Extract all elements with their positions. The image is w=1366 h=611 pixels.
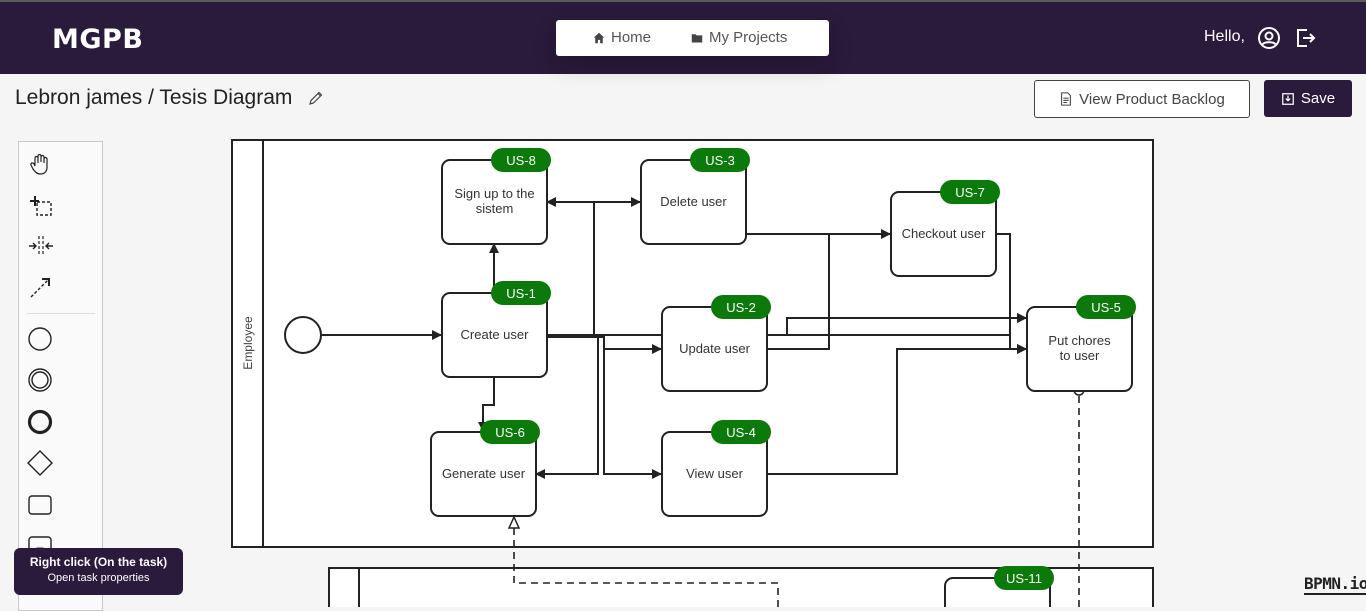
intermediate-event-icon[interactable] xyxy=(27,366,55,394)
task-label: sistem xyxy=(476,201,514,216)
user-profile-icon[interactable] xyxy=(1257,26,1281,50)
save-label: Save xyxy=(1300,90,1336,107)
task-label: Checkout user xyxy=(902,226,986,241)
nav-projects-label: My Projects xyxy=(709,29,788,46)
start-event[interactable] xyxy=(284,316,322,354)
nav-home-label: Home xyxy=(611,29,652,46)
view-backlog-label: View Product Backlog xyxy=(1079,90,1225,108)
nav-home-link[interactable]: Home xyxy=(593,29,651,46)
top-navbar: MGPB Home My Projects Hello, xyxy=(0,0,1366,74)
hand-tool-icon[interactable] xyxy=(27,150,55,178)
save-icon xyxy=(1282,92,1294,105)
tooltip-subtitle: Open task properties xyxy=(47,572,150,584)
document-icon xyxy=(1061,92,1072,106)
task-checkout[interactable]: Checkout user US-7 xyxy=(890,180,1000,277)
task-putchores[interactable]: Put choresto user US-5 xyxy=(1026,295,1136,392)
breadcrumb-text: Lebron james / Tesis Diagram xyxy=(15,86,293,109)
task-label: Put chores xyxy=(1048,333,1111,348)
start-event-icon[interactable] xyxy=(27,325,55,353)
view-product-backlog-button[interactable]: View Product Backlog xyxy=(1034,80,1250,118)
user-story-badge-label: US-2 xyxy=(726,300,756,315)
tooltip-title: Right click (On the task) xyxy=(29,555,168,569)
task-label: Delete user xyxy=(660,194,727,209)
lane-label: Employee xyxy=(241,316,255,370)
task-view[interactable]: View user US-4 xyxy=(661,420,771,517)
task-label: to user xyxy=(1060,348,1100,363)
task-label: Sign up to the xyxy=(454,186,534,201)
user-story-badge-label: US-5 xyxy=(1091,300,1121,315)
task-icon[interactable] xyxy=(27,491,55,519)
bpmn-io-watermark[interactable]: BPMN.io xyxy=(1304,574,1366,595)
task-label: View user xyxy=(686,466,744,481)
task-create[interactable]: Create user US-1 xyxy=(441,281,551,378)
task-label: Update user xyxy=(679,341,750,356)
user-story-badge-label: US-11 xyxy=(1006,571,1042,586)
hint-tooltip: Right click (On the task) Open task prop… xyxy=(14,548,183,595)
task-signup[interactable]: Sign up to thesistem US-8 xyxy=(441,148,551,245)
user-story-badge-label: US-7 xyxy=(955,185,985,200)
folder-icon xyxy=(691,33,703,42)
page-title: Lebron james / Tesis Diagram xyxy=(15,86,324,110)
user-story-badge-label: US-3 xyxy=(705,153,735,168)
greeting-text: Hello, xyxy=(1204,28,1245,45)
nav-projects-link[interactable]: My Projects xyxy=(691,29,787,46)
nav-menu: Home My Projects xyxy=(556,20,829,56)
home-icon xyxy=(593,32,605,43)
gateway-icon[interactable] xyxy=(27,449,55,477)
edit-pencil-icon[interactable] xyxy=(308,90,324,106)
user-story-badge-label: US-1 xyxy=(506,286,536,301)
end-event-icon[interactable] xyxy=(27,408,55,436)
space-tool-icon[interactable] xyxy=(27,232,55,260)
bpmn-palette xyxy=(18,141,103,611)
user-story-badge-label: US-4 xyxy=(726,425,756,440)
app-logo[interactable]: MGPB xyxy=(52,24,143,55)
logout-icon[interactable] xyxy=(1293,26,1317,50)
task-label: Create user xyxy=(461,327,530,342)
palette-separator xyxy=(27,313,95,314)
task-label: Generate user xyxy=(442,466,526,481)
lasso-tool-icon[interactable] xyxy=(27,192,55,220)
save-button[interactable]: Save xyxy=(1264,80,1352,117)
task-generate[interactable]: Generate user US-6 xyxy=(430,420,540,517)
connect-tool-icon[interactable] xyxy=(27,273,55,301)
task-update[interactable]: Update user US-2 xyxy=(661,295,771,392)
task-delete[interactable]: Delete user US-3 xyxy=(640,148,750,245)
user-story-badge-label: US-8 xyxy=(506,153,536,168)
user-story-badge-label: US-6 xyxy=(495,425,525,440)
